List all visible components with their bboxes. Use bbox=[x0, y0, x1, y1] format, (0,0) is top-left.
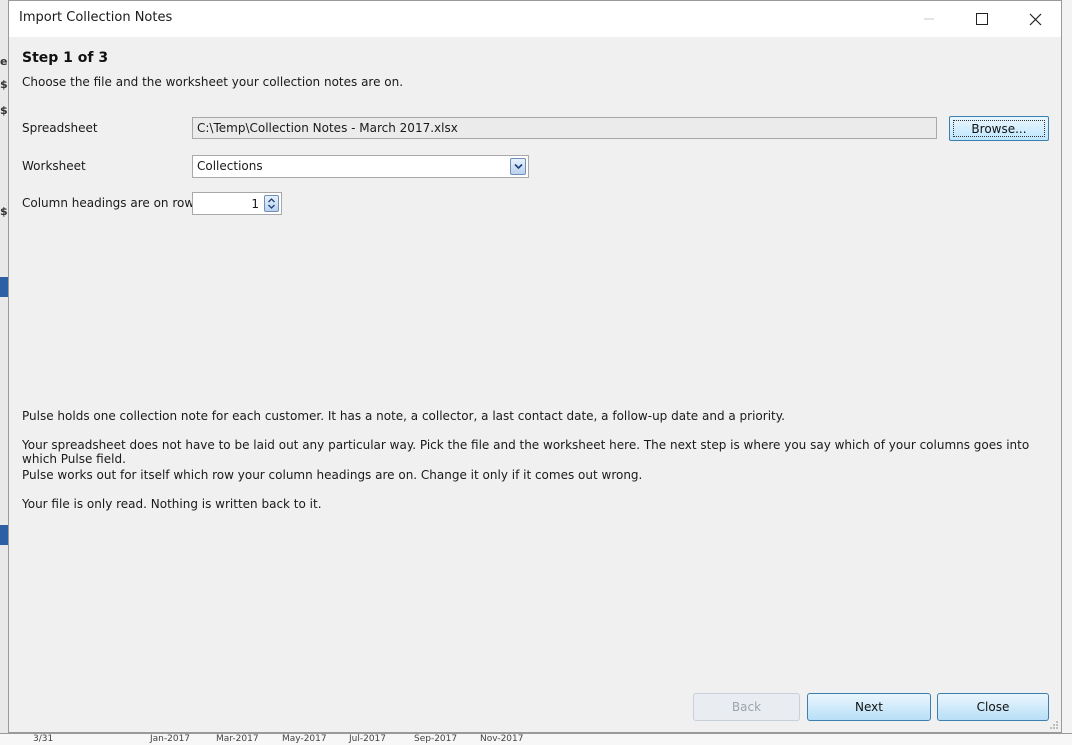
headings-row-value: 1 bbox=[251, 197, 259, 211]
worksheet-dropdown-button[interactable] bbox=[510, 158, 526, 175]
step-title: Step 1 of 3 bbox=[22, 50, 109, 66]
next-button[interactable]: Next bbox=[807, 693, 931, 721]
background-axis-strip: 3/31 Jan-2017 Mar-2017 May-2017 Jul-2017… bbox=[0, 733, 1072, 745]
title-bar[interactable]: Import Collection Notes bbox=[9, 1, 1061, 37]
browse-button[interactable]: Browse... bbox=[949, 116, 1049, 141]
focus-ring bbox=[953, 120, 1045, 137]
maximize-button[interactable] bbox=[959, 1, 1005, 37]
info-text: Pulse holds one collection note for each… bbox=[22, 409, 785, 423]
window-title: Import Collection Notes bbox=[19, 10, 173, 25]
background-axis-label: Mar-2017 bbox=[216, 734, 259, 744]
back-button[interactable]: Back bbox=[693, 693, 800, 721]
window-close-button[interactable] bbox=[1012, 1, 1058, 37]
background-axis-label: 3/31 bbox=[33, 734, 54, 744]
import-dialog: Import Collection Notes Step 1 of 3 Choo… bbox=[8, 0, 1062, 733]
info-text: Your spreadsheet does not have to be lai… bbox=[22, 438, 1030, 466]
headings-row-label: Column headings are on row bbox=[22, 196, 195, 210]
background-axis-label: Sep-2017 bbox=[414, 734, 458, 744]
maximize-icon bbox=[976, 13, 988, 25]
chevron-down-icon bbox=[513, 163, 523, 170]
background-axis-label: Nov-2017 bbox=[480, 734, 524, 744]
step-subtitle: Choose the file and the worksheet your c… bbox=[22, 75, 404, 89]
worksheet-label: Worksheet bbox=[22, 159, 86, 173]
background-axis-label: Jan-2017 bbox=[150, 734, 191, 744]
resize-grip-icon[interactable] bbox=[1049, 720, 1059, 730]
minimize-icon bbox=[924, 18, 934, 20]
next-button-label: Next bbox=[855, 700, 883, 714]
spreadsheet-label: Spreadsheet bbox=[22, 121, 98, 135]
info-text: Pulse works out for itself which row you… bbox=[22, 468, 643, 482]
spinner-buttons[interactable] bbox=[264, 195, 279, 212]
worksheet-dropdown[interactable]: Collections bbox=[192, 155, 529, 178]
info-text: Your file is only read. Nothing is writt… bbox=[22, 497, 322, 511]
background-axis-label: May-2017 bbox=[282, 734, 327, 744]
headings-row-spinner[interactable]: 1 bbox=[192, 192, 282, 215]
spin-arrows-icon bbox=[268, 198, 275, 209]
worksheet-selected-value: Collections bbox=[197, 159, 263, 173]
minimize-button[interactable] bbox=[906, 1, 952, 37]
close-icon bbox=[1029, 13, 1041, 25]
spreadsheet-path-field[interactable]: C:\Temp\Collection Notes - March 2017.xl… bbox=[192, 117, 937, 139]
close-button-label: Close bbox=[976, 700, 1010, 714]
background-axis-label: Jul-2017 bbox=[349, 734, 387, 744]
close-button[interactable]: Close bbox=[937, 693, 1049, 721]
back-button-label: Back bbox=[731, 700, 762, 714]
